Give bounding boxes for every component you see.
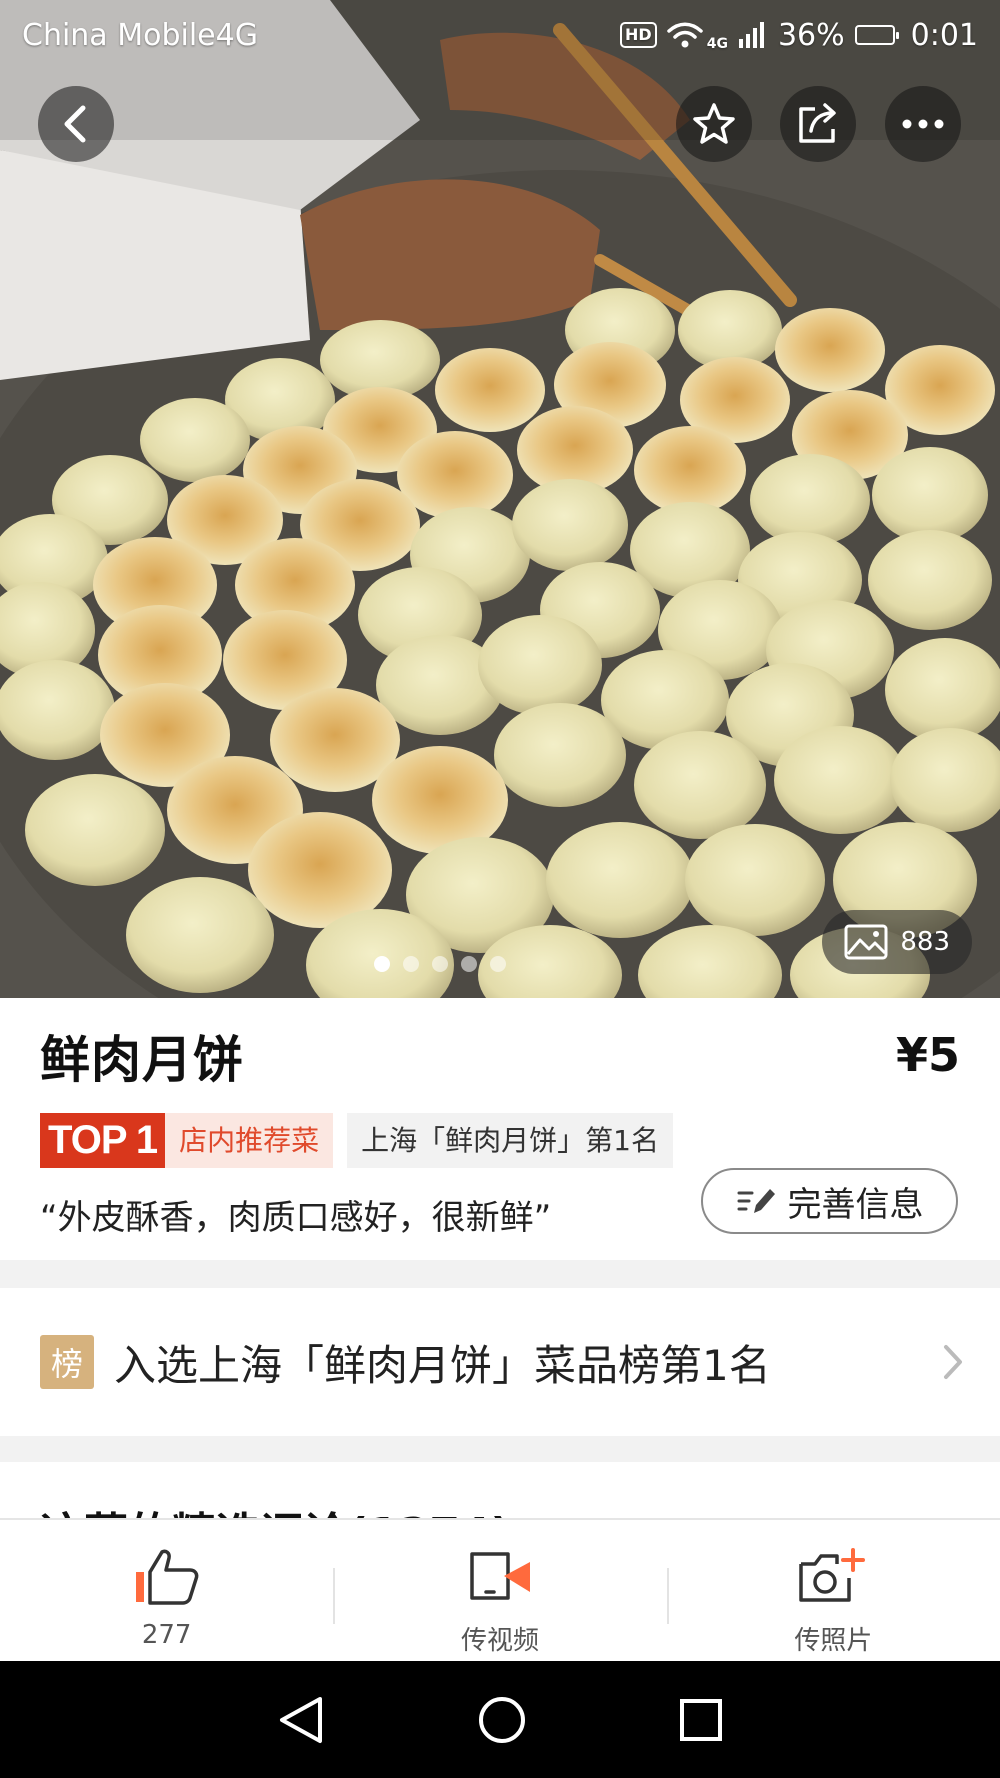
mooncake-pan-illustration	[0, 0, 1000, 998]
battery-icon	[854, 25, 899, 45]
edit-info-button[interactable]: 完善信息	[701, 1168, 958, 1234]
like-count: 277	[141, 1620, 192, 1650]
favorite-button[interactable]	[676, 86, 752, 162]
star-icon	[693, 103, 735, 144]
edit-info-label: 完善信息	[787, 1184, 924, 1225]
city-rank-tag[interactable]: 上海「鲜肉月饼」第1名	[347, 1113, 673, 1168]
pager-dot	[374, 956, 390, 972]
wifi-icon	[666, 22, 703, 48]
edit-pencil-icon	[737, 1189, 775, 1213]
more-dots-icon	[902, 119, 944, 129]
upload-photo-label: 传照片	[794, 1626, 873, 1656]
pager-dot	[403, 956, 419, 972]
reviews-title: 这菜的精选评论(1274)	[40, 1498, 511, 1520]
dish-photo[interactable]: China Mobile4G HD 4G 36% 0:01 883	[0, 0, 1000, 998]
upload-photo-button[interactable]: 传照片	[666, 1520, 1000, 1661]
thumbs-up-icon	[135, 1549, 199, 1605]
system-navigation-bar	[0, 1661, 1000, 1778]
chevron-right-icon	[944, 1345, 962, 1379]
share-button[interactable]	[780, 86, 856, 162]
pager-dot	[461, 956, 477, 972]
recommend-tag: 店内推荐菜	[165, 1113, 334, 1168]
dish-tags: TOP 1 店内推荐菜 上海「鲜肉月饼」第1名	[40, 1113, 673, 1168]
section-divider	[0, 1436, 1000, 1462]
carrier-label: China Mobile4G	[22, 17, 258, 53]
bottom-action-bar: 277 传视频 传照片	[0, 1518, 1000, 1661]
camera-add-icon	[799, 1548, 866, 1602]
dish-info: 鲜肉月饼 ¥5 TOP 1 店内推荐菜 上海「鲜肉月饼」第1名 “外皮酥香，肉质…	[0, 998, 1000, 1260]
ranking-row[interactable]: 榜 入选上海「鲜肉月饼」菜品榜第1名	[0, 1288, 1000, 1436]
ranking-text: 入选上海「鲜肉月饼」菜品榜第1名	[114, 1340, 771, 1390]
network-type: 4G	[706, 35, 728, 52]
signal-icon	[738, 22, 764, 48]
photo-pager	[0, 956, 940, 972]
dish-quote: “外皮酥香，肉质口感好，很新鲜”	[40, 1198, 552, 1238]
photo-count-button[interactable]: 883	[822, 910, 972, 974]
dish-title: 鲜肉月饼	[40, 1031, 244, 1089]
nav-recents-icon[interactable]	[678, 1697, 724, 1743]
photo-count-label: 883	[900, 927, 950, 957]
top-rank-badge: TOP 1	[40, 1113, 166, 1168]
nav-home-icon[interactable]	[477, 1695, 527, 1745]
pager-dot	[490, 956, 506, 972]
ranking-badge: 榜	[40, 1335, 94, 1389]
status-bar: China Mobile4G HD 4G 36% 0:01	[0, 0, 1000, 70]
back-button[interactable]	[38, 86, 114, 162]
dish-price: ¥5	[895, 1028, 960, 1082]
more-button[interactable]	[885, 86, 961, 162]
nav-back-icon[interactable]	[276, 1693, 326, 1747]
image-icon	[844, 924, 888, 960]
upload-video-button[interactable]: 传视频	[333, 1520, 666, 1661]
section-divider	[0, 1260, 1000, 1288]
upload-video-label: 传视频	[460, 1626, 539, 1656]
reviews-section: 这菜的精选评论(1274)	[0, 1462, 1000, 1520]
like-button[interactable]: 277	[0, 1520, 333, 1661]
pager-dot	[432, 956, 448, 972]
share-icon	[799, 103, 836, 143]
hd-badge: HD	[620, 22, 657, 48]
video-upload-icon	[470, 1552, 530, 1600]
battery-percent: 36%	[777, 17, 845, 53]
clock: 0:01	[910, 17, 978, 53]
chevron-left-icon	[64, 105, 86, 143]
